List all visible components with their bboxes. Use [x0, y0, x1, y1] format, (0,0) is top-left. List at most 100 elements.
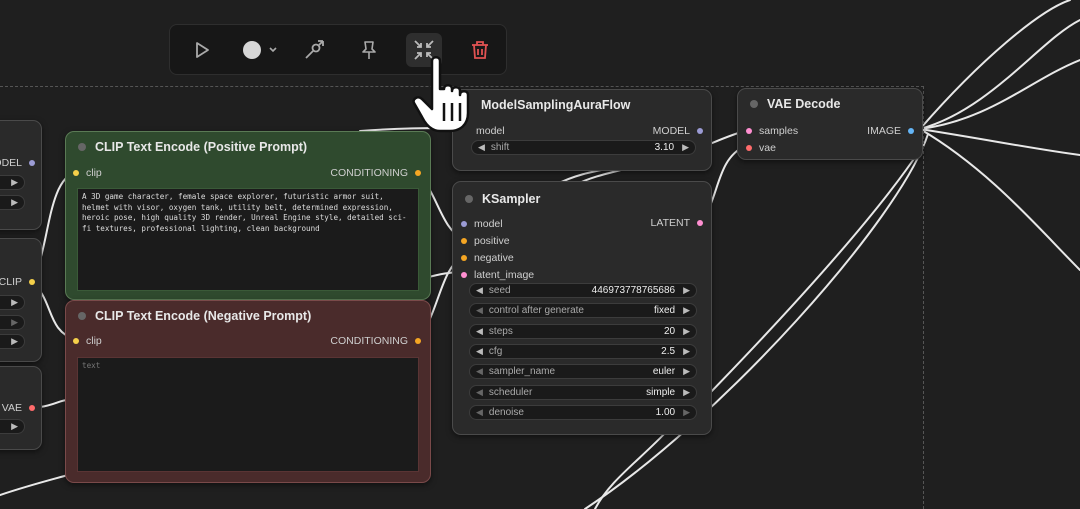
- bypass-icon: [305, 40, 324, 59]
- clip-text-encode-negative-node[interactable]: CLIP Text Encode (Negative Prompt) clip …: [65, 300, 431, 483]
- vae-pin[interactable]: [29, 405, 35, 411]
- node-title-bar[interactable]: VAE Decode: [738, 89, 922, 119]
- pin-icon: [362, 41, 376, 59]
- output-slot-vae[interactable]: VAE: [2, 402, 35, 414]
- clip-pin[interactable]: [29, 279, 35, 285]
- decrement-arrow-icon[interactable]: ◀: [478, 142, 485, 153]
- collapse-dot-icon[interactable]: [465, 195, 473, 203]
- latent-pin[interactable]: [697, 220, 703, 226]
- shift-widget[interactable]: ◀ shift 3.10 ▶: [471, 140, 696, 155]
- positive-pin[interactable]: [461, 238, 467, 244]
- steps-widget[interactable]: ◀ steps 20 ▶: [469, 323, 697, 339]
- collapse-dot-icon[interactable]: [78, 143, 86, 151]
- decrement-arrow-icon[interactable]: ◀: [476, 285, 483, 296]
- control-after-generate-widget[interactable]: ◀ control after generate fixed ▶: [469, 303, 697, 319]
- model-sampling-auraflow-node[interactable]: ModelSamplingAuraFlow model MODEL ◀ shif…: [452, 89, 712, 171]
- increment-arrow-icon[interactable]: ▶: [683, 407, 690, 418]
- model-pin[interactable]: [461, 221, 467, 227]
- node-title: CLIP Text Encode (Positive Prompt): [95, 140, 308, 154]
- input-slot-clip[interactable]: clip: [73, 335, 102, 347]
- prompt-text-input[interactable]: text: [77, 357, 419, 472]
- decrement-arrow-icon[interactable]: ◀: [476, 366, 483, 377]
- input-slot-latent-image[interactable]: latent_image: [461, 269, 534, 281]
- clip-pin[interactable]: [73, 338, 79, 344]
- increment-arrow-icon[interactable]: ▶: [682, 142, 689, 153]
- output-slot-model[interactable]: MODEL: [653, 125, 703, 137]
- output-slot-conditioning[interactable]: CONDITIONING: [330, 167, 421, 179]
- wire: [919, 19, 1080, 130]
- widget-stub[interactable]: ▶: [0, 334, 25, 349]
- run-icon: [196, 42, 209, 58]
- partial-node-clip[interactable]: CLIP ▶ ▶ ▶: [0, 238, 42, 362]
- output-slot-latent[interactable]: LATENT: [651, 217, 703, 229]
- run-button[interactable]: [184, 33, 220, 67]
- prompt-text-input[interactable]: A 3D game character, female space explor…: [77, 188, 419, 291]
- node-title: VAE Decode: [767, 97, 841, 111]
- seed-widget[interactable]: ◀ seed 446973778765686 ▶: [469, 283, 697, 298]
- sampler-name-widget[interactable]: ◀ sampler_name euler ▶: [469, 364, 697, 380]
- input-slot-positive[interactable]: positive: [461, 235, 510, 247]
- decrement-arrow-icon[interactable]: ◀: [476, 305, 483, 316]
- input-slot-vae[interactable]: vae: [746, 142, 776, 154]
- color-picker-button[interactable]: [236, 33, 284, 67]
- output-slot-clip[interactable]: CLIP: [0, 276, 35, 288]
- increment-arrow-icon[interactable]: ▶: [683, 346, 690, 357]
- vae-decode-node[interactable]: VAE Decode samples vae IMAGE: [737, 88, 923, 160]
- hand-cursor-icon: [412, 56, 470, 133]
- denoise-widget[interactable]: ◀ denoise 1.00 ▶: [469, 404, 697, 420]
- widget-stub[interactable]: ▶: [0, 195, 25, 210]
- widget-stub[interactable]: ▶: [0, 295, 25, 310]
- decrement-arrow-icon[interactable]: ◀: [476, 326, 483, 337]
- partial-node-vae[interactable]: VAE ▶: [0, 366, 42, 450]
- image-pin[interactable]: [908, 128, 914, 134]
- negative-pin[interactable]: [461, 255, 467, 261]
- widget-stub[interactable]: ▶: [0, 175, 25, 190]
- increment-arrow-icon[interactable]: ▶: [683, 305, 690, 316]
- input-slot-clip[interactable]: clip: [73, 167, 102, 179]
- input-slot-samples[interactable]: samples: [746, 125, 798, 137]
- wire: [919, 128, 1080, 156]
- node-title-bar[interactable]: ModelSamplingAuraFlow: [453, 90, 711, 120]
- output-slot-model[interactable]: ODEL: [0, 157, 35, 169]
- increment-arrow-icon[interactable]: ▶: [683, 285, 690, 296]
- color-circle-icon: [243, 41, 277, 59]
- node-title: ModelSamplingAuraFlow: [481, 98, 631, 112]
- node-title-bar[interactable]: CLIP Text Encode (Positive Prompt): [66, 132, 430, 162]
- decrement-arrow-icon[interactable]: ◀: [476, 387, 483, 398]
- model-pin[interactable]: [697, 128, 703, 134]
- widget-stub[interactable]: ▶: [0, 315, 25, 330]
- latent-image-pin[interactable]: [461, 272, 467, 278]
- increment-arrow-icon[interactable]: ▶: [683, 387, 690, 398]
- latent-pin[interactable]: [746, 128, 752, 134]
- conditioning-pin[interactable]: [415, 338, 421, 344]
- decrement-arrow-icon[interactable]: ◀: [476, 346, 483, 357]
- wire: [919, 0, 1071, 130]
- node-title: CLIP Text Encode (Negative Prompt): [95, 309, 312, 323]
- output-slot-conditioning[interactable]: CONDITIONING: [330, 335, 421, 347]
- node-title-bar[interactable]: CLIP Text Encode (Negative Prompt): [66, 301, 430, 331]
- ksampler-node[interactable]: KSampler model positive negative latent_ima…: [452, 181, 712, 435]
- conditioning-pin[interactable]: [415, 170, 421, 176]
- clip-text-encode-positive-node[interactable]: CLIP Text Encode (Positive Prompt) clip …: [65, 131, 431, 300]
- node-title: KSampler: [482, 192, 541, 206]
- output-slot-image[interactable]: IMAGE: [867, 125, 914, 137]
- input-slot-negative[interactable]: negative: [461, 252, 514, 264]
- increment-arrow-icon[interactable]: ▶: [683, 326, 690, 337]
- widget-stub[interactable]: ▶: [0, 419, 25, 434]
- clip-pin[interactable]: [73, 170, 79, 176]
- bypass-button[interactable]: [296, 33, 332, 67]
- decrement-arrow-icon[interactable]: ◀: [476, 407, 483, 418]
- node-title-bar[interactable]: KSampler: [453, 182, 711, 216]
- cfg-widget[interactable]: ◀ cfg 2.5 ▶: [469, 343, 697, 359]
- increment-arrow-icon[interactable]: ▶: [683, 366, 690, 377]
- pin-button[interactable]: [351, 33, 387, 67]
- collapse-dot-icon[interactable]: [750, 100, 758, 108]
- wire: [919, 59, 1080, 130]
- wire: [919, 128, 1080, 271]
- input-slot-model[interactable]: model: [461, 218, 503, 230]
- model-pin[interactable]: [29, 160, 35, 166]
- scheduler-widget[interactable]: ◀ scheduler simple ▶: [469, 384, 697, 400]
- partial-node-model[interactable]: ODEL ▶ ▶: [0, 120, 42, 230]
- vae-pin[interactable]: [746, 145, 752, 151]
- collapse-dot-icon[interactable]: [78, 312, 86, 320]
